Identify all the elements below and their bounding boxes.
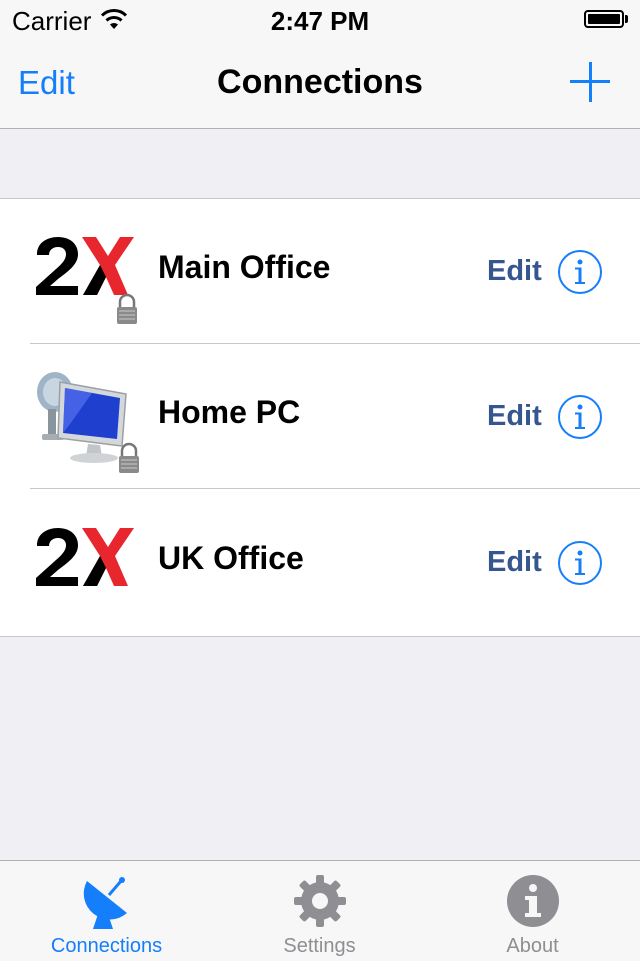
info-icon[interactable] [557, 249, 603, 295]
connection-row-main-office[interactable]: Main Office Edit [0, 199, 640, 344]
connection-name: Home PC [158, 394, 301, 430]
tab-label: Connections [50, 935, 163, 957]
tab-label: Settings [283, 935, 356, 957]
tab-about[interactable]: About [426, 861, 639, 961]
info-icon[interactable] [557, 540, 603, 586]
gear-icon [293, 875, 346, 927]
connection-name: UK Office [158, 540, 304, 576]
connection-list: Main Office Edit Home PC Edit UK Office … [0, 198, 640, 637]
connection-row-home-pc[interactable]: Home PC Edit [0, 344, 640, 489]
lock-icon [117, 293, 137, 324]
status-bar: Carrier 2:47 PM [0, 0, 640, 40]
battery-icon [584, 10, 628, 30]
tab-connections[interactable]: Connections [0, 861, 213, 961]
tab-label: About [506, 935, 559, 957]
tab-bar: Connections Settings About [0, 860, 640, 961]
lock-icon [119, 442, 139, 473]
2x-logo-icon [36, 237, 137, 324]
2x-logo-icon [36, 528, 134, 586]
connection-name: Main Office [158, 249, 331, 285]
tab-settings[interactable]: Settings [213, 861, 426, 961]
clock: 2:47 PM [270, 6, 370, 36]
edit-connection-button[interactable]: Edit [487, 400, 542, 433]
navigation-bar: Edit Connections [0, 40, 640, 129]
info-icon [506, 875, 559, 927]
edit-connection-button[interactable]: Edit [487, 255, 542, 288]
edit-connection-button[interactable]: Edit [487, 546, 542, 579]
connection-row-uk-office[interactable]: UK Office Edit [0, 490, 640, 635]
info-icon[interactable] [557, 394, 603, 440]
remote-desktop-pc-icon [37, 372, 139, 473]
satellite-dish-icon [83, 877, 127, 929]
page-title: Connections [217, 63, 423, 101]
add-connection-button[interactable] [570, 62, 610, 102]
